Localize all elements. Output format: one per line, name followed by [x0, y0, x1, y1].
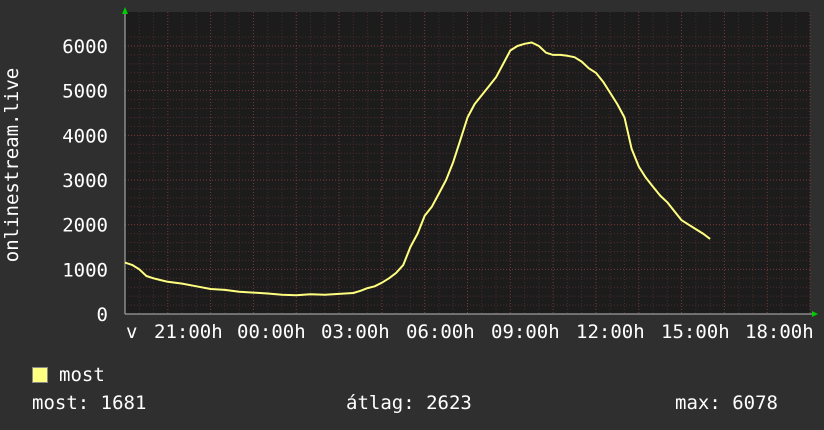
y-axis-ticks: 0 1000 2000 3000 4000 5000 6000 [62, 36, 108, 326]
x-axis-ticks: v 21:00h 00:00h 03:00h 06:00h 09:00h 12:00h 15:… [126, 321, 814, 343]
x-axis-arrow-icon [812, 311, 818, 317]
x-tick-label: 15:00h [661, 321, 730, 343]
y-tick-label: 2000 [62, 215, 108, 237]
y-axis-arrow-icon [122, 7, 128, 14]
legend-label: most [59, 364, 105, 386]
legend-swatch [32, 367, 48, 383]
stat-average: átlag: 2623 [346, 392, 472, 414]
legend: most [32, 364, 105, 386]
y-tick-label: 4000 [62, 125, 108, 147]
x-tick-label: 18:00h [745, 321, 814, 343]
y-axis-label: onlinestream.live [1, 68, 23, 262]
x-tick-label: 09:00h [491, 321, 560, 343]
x-tick-label: 00:00h [237, 321, 306, 343]
x-tick-label: 03:00h [321, 321, 390, 343]
x-tick-label: v [126, 321, 137, 343]
x-tick-label: 12:00h [576, 321, 645, 343]
y-tick-label: 1000 [62, 259, 108, 281]
x-tick-label: 21:00h [154, 321, 223, 343]
y-tick-label: 0 [97, 304, 108, 326]
y-tick-label: 5000 [62, 81, 108, 103]
stat-max: max: 6078 [675, 392, 778, 414]
y-tick-label: 6000 [62, 36, 108, 58]
line-chart: 0 1000 2000 3000 4000 5000 6000 v 21:00h 00:00h 0… [1, 7, 818, 343]
y-tick-label: 3000 [62, 170, 108, 192]
stat-current: most: 1681 [32, 392, 147, 414]
x-tick-label: 06:00h [406, 321, 475, 343]
